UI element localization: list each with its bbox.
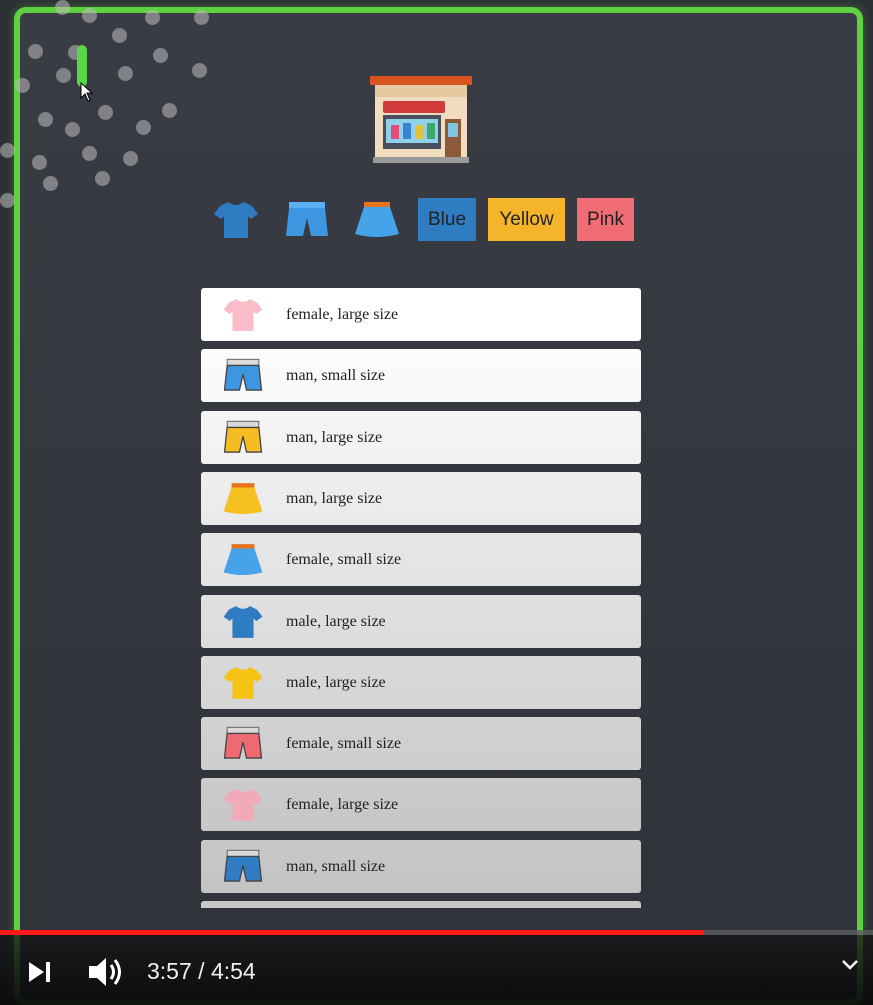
highlight-dot xyxy=(192,63,207,78)
product-row[interactable]: female, large size xyxy=(201,778,641,832)
highlight-dot xyxy=(0,143,15,158)
pink-filter-button[interactable]: Pink xyxy=(577,198,634,241)
product-row[interactable]: female, small size xyxy=(201,533,641,587)
skirt-icon xyxy=(221,478,265,520)
video-controls: 3:57 / 4:54 xyxy=(0,930,873,1005)
highlight-dot xyxy=(56,68,71,83)
product-row[interactable]: male, large size xyxy=(201,655,641,709)
highlight-dot xyxy=(194,10,209,25)
clothing-store-icon xyxy=(370,76,472,163)
product-description: male, large size xyxy=(286,673,386,691)
highlight-dot xyxy=(15,78,30,93)
highlight-dot xyxy=(32,155,47,170)
progress-bar[interactable] xyxy=(0,930,873,935)
tshirt-icon xyxy=(221,294,265,336)
highlight-dot xyxy=(55,0,70,15)
product-description: female, large size xyxy=(286,796,399,814)
highlight-dot xyxy=(112,28,127,43)
highlight-dot xyxy=(65,122,80,137)
product-description: man, small size xyxy=(286,367,386,385)
product-list: female, large size man, small size man, la… xyxy=(201,288,641,908)
highlight-dot xyxy=(43,176,58,191)
cursor-highlight xyxy=(77,45,87,87)
product-description: female, large size xyxy=(286,306,399,323)
product-row-partial[interactable] xyxy=(201,901,641,908)
product-row[interactable]: man, large size xyxy=(201,471,641,525)
highlight-dot xyxy=(145,10,160,25)
shorts-icon xyxy=(221,723,265,765)
product-row[interactable]: man, large size xyxy=(201,410,641,464)
shorts-icon xyxy=(221,846,265,888)
progress-bar-fill xyxy=(0,930,704,935)
skirt-icon xyxy=(355,202,399,237)
product-row[interactable]: male, large size xyxy=(201,594,641,648)
current-time: 3:57 xyxy=(147,958,192,984)
tshirt-icon xyxy=(214,202,258,238)
mouse-pointer-icon xyxy=(80,82,94,102)
skirt-filter-button[interactable] xyxy=(352,198,402,242)
yellow-filter-button[interactable]: Yellow xyxy=(488,198,565,241)
product-description: female, small size xyxy=(286,735,402,753)
product-row[interactable]: man, small size xyxy=(201,839,641,893)
tshirt-icon xyxy=(221,662,265,704)
skip-next-icon[interactable] xyxy=(27,960,53,984)
highlight-dot xyxy=(123,151,138,166)
duration: 4:54 xyxy=(210,958,256,984)
highlight-dot xyxy=(82,8,97,23)
shorts-icon xyxy=(221,417,265,459)
highlight-dot xyxy=(28,44,43,59)
product-row[interactable]: man, small size xyxy=(201,349,641,403)
product-description: female, small size xyxy=(286,551,402,569)
highlight-dot xyxy=(136,120,151,135)
blue-filter-button[interactable]: Blue xyxy=(418,198,476,241)
time-display: 3:57 / 4:54 xyxy=(147,954,256,988)
tshirt-filter-button[interactable] xyxy=(211,198,261,242)
shorts-icon xyxy=(221,355,265,397)
highlight-dot xyxy=(162,103,177,118)
highlight-dot xyxy=(98,105,113,120)
highlight-dot xyxy=(153,48,168,63)
volume-icon[interactable] xyxy=(87,955,127,989)
product-description: man, large size xyxy=(286,489,383,507)
tshirt-icon xyxy=(221,784,265,826)
product-description: man, large size xyxy=(286,428,383,446)
filter-bar: Blue Yellow Pink xyxy=(0,198,873,242)
product-row[interactable]: female, large size xyxy=(201,288,641,341)
tshirt-icon xyxy=(221,601,265,643)
shorts-filter-button[interactable] xyxy=(282,198,332,242)
product-description: male, large size xyxy=(286,612,386,630)
highlight-dot xyxy=(95,171,110,186)
product-description: man, small size xyxy=(286,857,386,875)
highlight-dot xyxy=(38,112,53,127)
highlight-dot xyxy=(82,146,97,161)
skirt-icon xyxy=(221,539,265,581)
chevron-down-icon[interactable] xyxy=(840,958,860,972)
highlight-dot xyxy=(118,66,133,81)
product-row[interactable]: female, small size xyxy=(201,717,641,771)
time-separator: / xyxy=(198,958,205,984)
shorts-icon xyxy=(286,202,328,236)
